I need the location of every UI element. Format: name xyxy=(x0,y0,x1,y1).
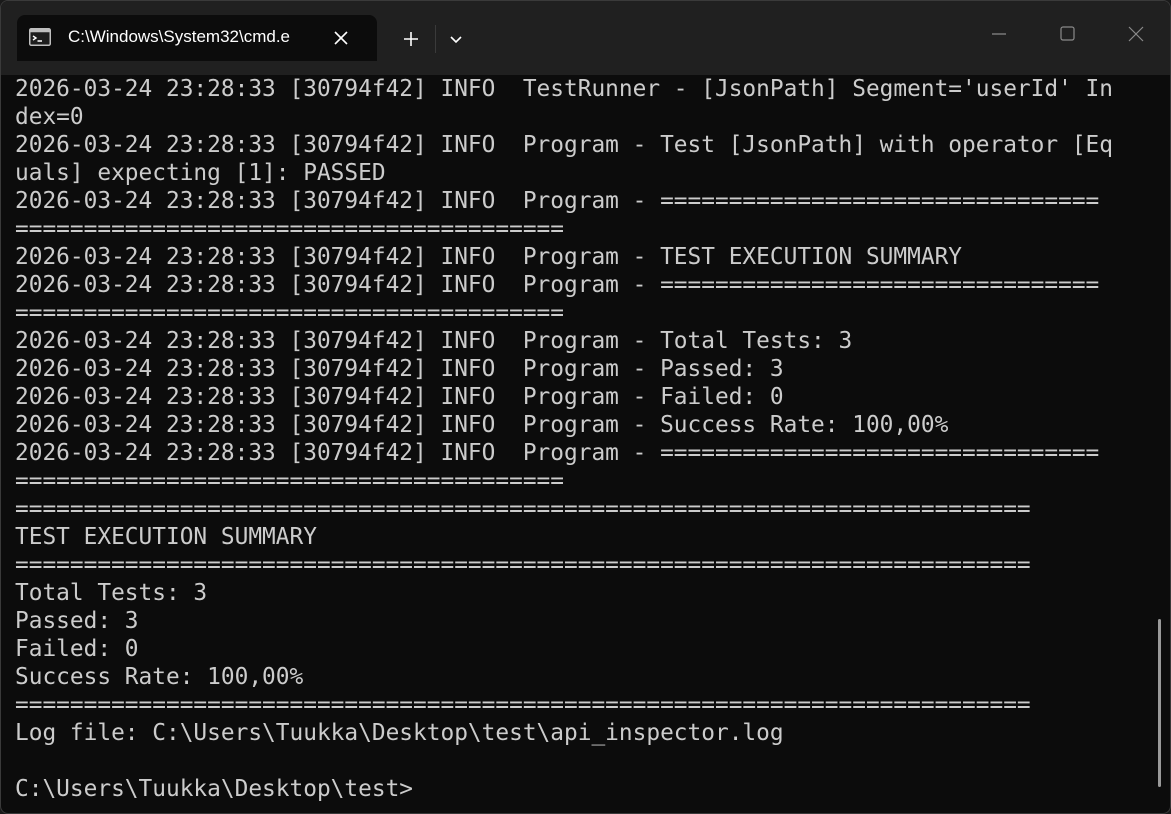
terminal-line: C:\Users\Tuukka\Desktop\test> xyxy=(15,776,414,802)
terminal-line: TEST EXECUTION SUMMARY xyxy=(15,524,317,550)
terminal-line: Failed: 0 xyxy=(15,636,139,662)
terminal-line: Log file: C:\Users\Tuukka\Desktop\test\a… xyxy=(15,720,784,746)
terminal-line: 2026-03-24 23:28:33 [30794f42] INFO Prog… xyxy=(15,272,1100,298)
tab-separator xyxy=(435,25,436,53)
terminal-line: ========================================… xyxy=(15,692,1031,718)
terminal-line: dex=0 xyxy=(15,104,84,130)
terminal-line: 2026-03-24 23:28:33 [30794f42] INFO Prog… xyxy=(15,244,963,270)
terminal-line: 2026-03-24 23:28:33 [30794f42] INFO Prog… xyxy=(15,132,1113,158)
chevron-down-icon[interactable] xyxy=(444,27,468,51)
terminal-line: 2026-03-24 23:28:33 [30794f42] INFO Prog… xyxy=(15,440,1100,466)
terminal-line: ======================================== xyxy=(15,300,564,326)
minimize-icon[interactable] xyxy=(979,19,1019,49)
tab-title: C:\Windows\System32\cmd.e xyxy=(68,27,291,46)
terminal-line: Success Rate: 100,00% xyxy=(15,664,304,690)
terminal-window: C:\Windows\System32\cmd.e 2026-03-24 23:… xyxy=(0,0,1171,814)
scrollbar[interactable] xyxy=(1158,619,1161,787)
close-icon[interactable] xyxy=(331,28,351,48)
terminal-line: 2026-03-24 23:28:33 [30794f42] INFO Prog… xyxy=(15,188,1100,214)
terminal-line: 2026-03-24 23:28:33 [30794f42] INFO Test… xyxy=(15,76,1113,102)
terminal-output[interactable]: 2026-03-24 23:28:33 [30794f42] INFO Test… xyxy=(15,75,1140,810)
terminal-line: 2026-03-24 23:28:33 [30794f42] INFO Prog… xyxy=(15,356,784,382)
terminal-line: 2026-03-24 23:28:33 [30794f42] INFO Prog… xyxy=(15,412,949,438)
command-prompt-icon xyxy=(29,28,51,46)
terminal-line: ========================================… xyxy=(15,496,1031,522)
close-icon[interactable] xyxy=(1115,19,1155,49)
terminal-line: Total Tests: 3 xyxy=(15,580,208,606)
terminal-line: ======================================== xyxy=(15,216,564,242)
tab-cmd[interactable]: C:\Windows\System32\cmd.e xyxy=(17,15,377,61)
terminal-line: 2026-03-24 23:28:33 [30794f42] INFO Prog… xyxy=(15,384,784,410)
terminal-line: ========================================… xyxy=(15,552,1031,578)
plus-icon[interactable] xyxy=(397,25,425,53)
terminal-line: uals] expecting [1]: PASSED xyxy=(15,160,386,186)
terminal-line: Passed: 3 xyxy=(15,608,139,634)
maximize-icon[interactable] xyxy=(1047,19,1087,49)
terminal-line: 2026-03-24 23:28:33 [30794f42] INFO Prog… xyxy=(15,328,853,354)
terminal-line: ======================================== xyxy=(15,468,564,494)
title-bar: C:\Windows\System32\cmd.e xyxy=(1,1,1170,75)
